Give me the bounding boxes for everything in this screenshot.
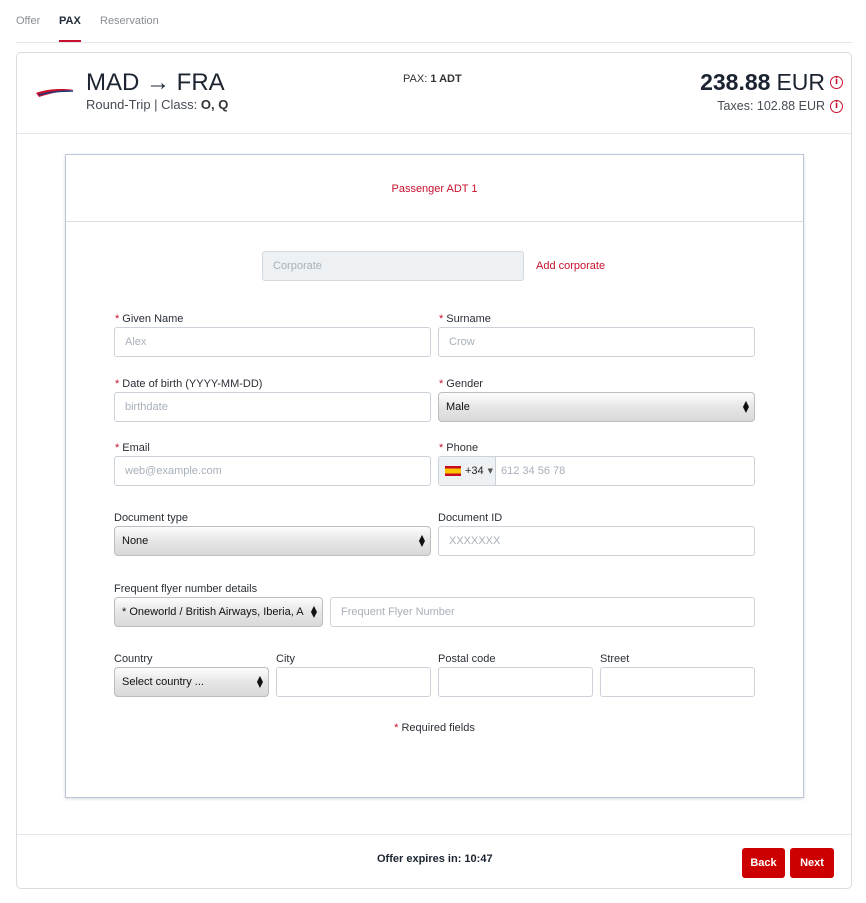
country-label: Country	[114, 653, 153, 665]
pax-summary: PAX: 1 ADT	[403, 73, 462, 85]
given-name-input[interactable]: Alex	[114, 327, 431, 357]
offer-footer: Offer expires in: 10:47 Back Next	[17, 834, 851, 889]
pax-value: 1 ADT	[430, 73, 462, 85]
document-type-label: Document type	[114, 512, 188, 524]
select-arrows-icon: ▲ ▼	[256, 674, 263, 689]
chevron-down-icon: ▼	[487, 467, 494, 475]
total-price: 238.88 EUR i	[700, 69, 843, 96]
tab-pax[interactable]: PAX	[59, 15, 81, 27]
offer-card: MAD → FRA Round-Trip | Class: O, Q PAX: …	[16, 52, 852, 889]
trip-type: Round-Trip | Class:	[86, 97, 201, 112]
phone-input[interactable]: +34 ▼ 612 34 56 78	[438, 456, 755, 486]
select-arrows-icon: ▲ ▼	[418, 533, 425, 548]
surname-input[interactable]: Crow	[438, 327, 755, 357]
tab-bar: Offer PAX Reservation	[16, 0, 852, 43]
country-select[interactable]: Select country ... ▲ ▼	[114, 667, 269, 697]
select-arrows-icon: ▲ ▼	[310, 604, 317, 619]
gender-value: Male	[446, 401, 470, 413]
corporate-input[interactable]: Corporate	[262, 251, 524, 281]
email-label: * Email	[115, 442, 150, 454]
expires-label: Offer expires in:	[377, 853, 465, 865]
required-fields-note: * Required fields	[394, 722, 475, 734]
price-currency: EUR	[776, 69, 825, 95]
email-input[interactable]: web@example.com	[114, 456, 431, 486]
country-code-select[interactable]: +34 ▼	[439, 457, 496, 485]
phone-label: * Phone	[439, 442, 479, 454]
frequent-flyer-label: Frequent flyer number details	[114, 583, 258, 595]
frequent-flyer-number-input[interactable]: Frequent Flyer Number	[330, 597, 755, 627]
select-arrows-icon: ▲ ▼	[742, 399, 749, 414]
country-value: Select country ...	[122, 676, 204, 688]
street-input[interactable]	[600, 667, 755, 697]
back-button[interactable]: Back	[742, 848, 785, 878]
frequent-flyer-program: * Oneworld / British Airways, Iberia, A	[122, 606, 304, 618]
offer-header: MAD → FRA Round-Trip | Class: O, Q PAX: …	[17, 53, 851, 134]
postal-code-input[interactable]	[438, 667, 593, 697]
document-type-value: None	[122, 535, 149, 547]
price-amount: 238.88	[700, 69, 771, 95]
document-type-select[interactable]: None ▲ ▼	[114, 526, 431, 556]
active-tab-indicator	[59, 40, 81, 42]
info-icon[interactable]: i	[830, 99, 843, 113]
route-title: MAD → FRA	[86, 69, 225, 96]
add-corporate-link[interactable]: Add corporate	[536, 260, 605, 272]
passenger-title: Passenger ADT 1	[391, 183, 478, 195]
country-code: +34	[465, 465, 484, 477]
given-name-label: * Given Name	[115, 313, 184, 325]
document-id-input[interactable]: XXXXXXX	[438, 526, 755, 556]
form-title-bar: Passenger ADT 1	[66, 155, 803, 222]
passenger-form: Passenger ADT 1 Corporate Add corporate …	[65, 154, 804, 798]
fare-classes: O, Q	[200, 97, 229, 112]
dob-input[interactable]: birthdate	[114, 392, 431, 422]
taxes-text: Taxes: 102.88 EUR	[717, 99, 825, 113]
gender-select[interactable]: Male ▲ ▼	[438, 392, 755, 422]
spain-flag-icon	[445, 466, 461, 476]
postal-code-label: Postal code	[438, 653, 496, 665]
offer-expiry: Offer expires in: 10:47	[377, 853, 493, 865]
tab-offer[interactable]: Offer	[16, 15, 40, 27]
frequent-flyer-program-select[interactable]: * Oneworld / British Airways, Iberia, A …	[114, 597, 323, 627]
tab-reservation[interactable]: Reservation	[100, 15, 159, 27]
gender-label: * Gender	[439, 378, 483, 390]
trip-details: Round-Trip | Class: O, Q	[86, 97, 228, 112]
city-label: City	[276, 653, 295, 665]
next-button[interactable]: Next	[790, 848, 834, 878]
airline-logo-icon	[36, 89, 74, 97]
document-id-label: Document ID	[438, 512, 503, 524]
taxes-summary: Taxes: 102.88 EUR i	[717, 99, 843, 113]
city-input[interactable]	[276, 667, 431, 697]
street-label: Street	[600, 653, 630, 665]
expires-timer: 10:47	[464, 853, 493, 865]
surname-label: * Surname	[439, 313, 491, 325]
info-icon[interactable]: i	[830, 76, 843, 89]
pax-label: PAX:	[403, 73, 431, 85]
dob-label: * Date of birth (YYYY-MM-DD)	[115, 378, 263, 390]
phone-placeholder: 612 34 56 78	[501, 465, 566, 477]
